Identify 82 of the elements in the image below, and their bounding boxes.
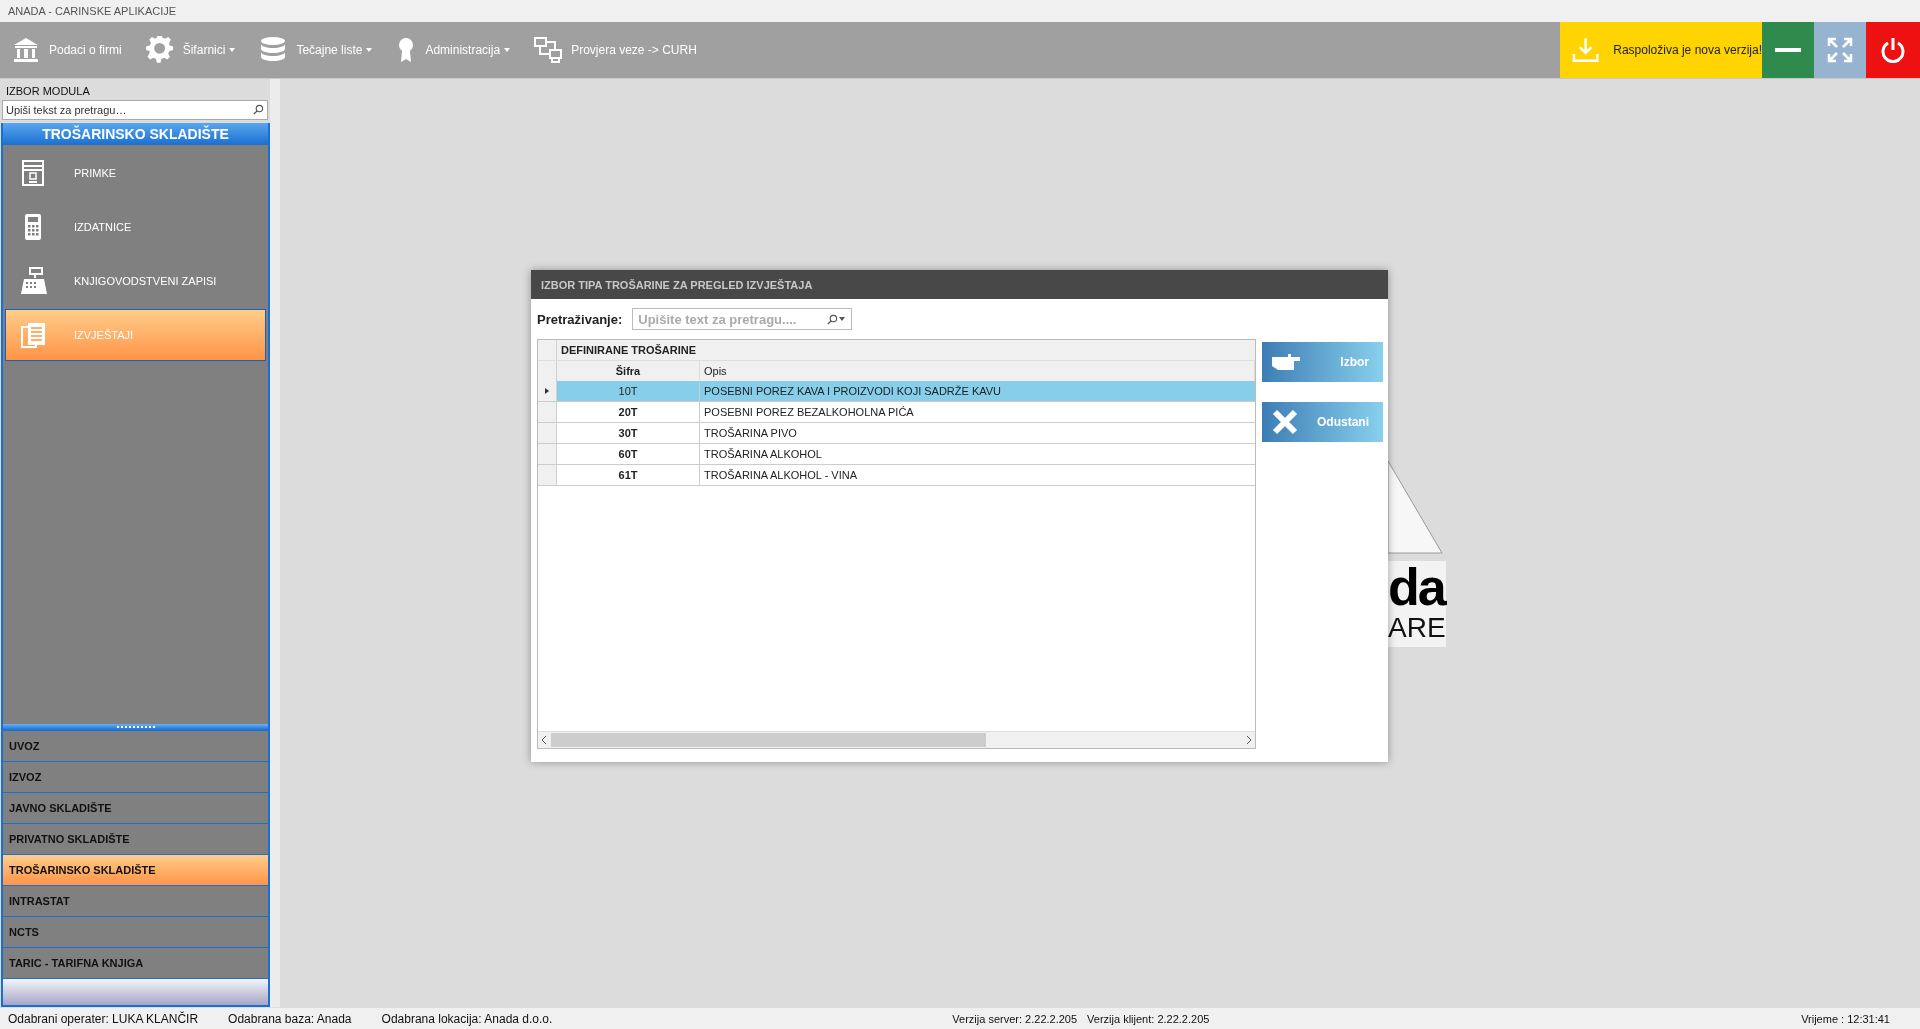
power-button[interactable] — [1866, 22, 1920, 78]
column-header[interactable]: Opis — [700, 361, 1255, 381]
dialog-title: IZBOR TIPA TROŠARINE ZA PREGLED IZVJEŠTAJA — [531, 270, 1388, 299]
nav-item[interactable]: KNJIGOVODSTVENI ZAPISI — [5, 255, 266, 307]
search-icon — [827, 313, 839, 325]
row-header-cell — [538, 361, 557, 381]
row-pointer-icon — [545, 388, 549, 394]
database-icon — [259, 36, 288, 64]
module-item[interactable]: JAVNO SKLADIŠTE — [3, 792, 268, 823]
table-cell: 20T — [557, 402, 700, 422]
table-row[interactable]: 20T POSEBNI POREZ BEZALKOHOLNA PIĆA — [538, 402, 1255, 423]
table-cell: 30T — [557, 423, 700, 443]
group-header: DEFINIRANE TROŠARINE — [557, 340, 1255, 360]
module-item[interactable]: IZVOZ — [3, 761, 268, 792]
logo-text: da — [1388, 561, 1445, 613]
table-cell: 10T — [557, 381, 700, 401]
nav-item[interactable]: IZDATNICE — [5, 201, 266, 253]
status-text: Vrijeme : 12:31:41 — [1801, 1012, 1890, 1025]
bank-icon — [12, 36, 40, 64]
scroll-thumb[interactable] — [551, 733, 986, 747]
grip-icon — [116, 725, 155, 729]
caret-icon — [839, 317, 846, 321]
row-header-cell[interactable] — [538, 465, 557, 485]
minimize-icon — [1775, 48, 1801, 52]
update-button[interactable]: Raspoloživa je nova verzija! — [1560, 22, 1762, 78]
row-header-cell[interactable] — [538, 444, 557, 464]
fullscreen-button[interactable] — [1814, 22, 1866, 78]
scroll-left-icon — [542, 736, 547, 744]
table-cell-text: TROŠARINA ALKOHOL — [703, 447, 823, 462]
network-icon — [534, 36, 563, 64]
documents-icon — [20, 321, 48, 349]
menu-item[interactable]: Provjera veze -> CURH — [522, 22, 709, 78]
menu-item[interactable]: Tečajne liste — [247, 22, 385, 78]
table-row[interactable]: 61T TROŠARINA ALKOHOL - VINA — [538, 465, 1255, 486]
table-cell-text: POSEBNI POREZ KAVA I PROIZVODI KOJI SADRŽE KAVU — [703, 384, 1003, 399]
caret-icon — [229, 48, 236, 52]
search-field[interactable]: Upiši tekst za pretragu… — [2, 100, 268, 120]
caret-icon — [366, 48, 373, 52]
gear-icon — [145, 36, 174, 64]
module-item[interactable]: INTRASTAT — [3, 885, 268, 916]
table-row[interactable]: 10T POSEBNI POREZ KAVA I PROIZVODI KOJI SADRŽE KAVU — [538, 381, 1255, 402]
download-icon — [1572, 36, 1600, 64]
module-item[interactable]: TROŠARINSKO SKLADIŠTE — [3, 854, 268, 885]
menu-item[interactable]: Podaci o firmi — [0, 22, 134, 78]
column-header[interactable]: Šifra — [557, 361, 700, 381]
search-field[interactable]: Upišite text za pretragu.... — [632, 308, 853, 330]
status-text: Odabrana lokacija: Anada d.o.o. — [381, 1011, 553, 1026]
table-row[interactable]: 30T TROŠARINA PIVO — [538, 423, 1255, 444]
minimize-button[interactable] — [1762, 22, 1814, 78]
module-item[interactable]: NCTS — [3, 916, 268, 947]
menu-item[interactable]: Šifarnici — [133, 22, 248, 78]
table-cell-text: TROŠARINA ALKOHOL - VINA — [703, 468, 859, 483]
search-label: Pretraživanje: — [537, 311, 623, 327]
nav-item[interactable]: PRIMKE — [5, 147, 266, 199]
table-cell-text: POSEBNI POREZ BEZALKOHOLNA PIĆA — [703, 405, 915, 420]
table-cell: 61T — [557, 465, 700, 485]
search-icon — [253, 104, 264, 115]
window-title: ANADA - CARINSKE APLIKACIJE — [8, 5, 177, 17]
horizontal-scrollbar[interactable] — [538, 731, 1255, 748]
fullscreen-icon — [1827, 37, 1853, 63]
caret-icon — [504, 48, 511, 52]
row-header-cell — [538, 340, 557, 360]
power-icon — [1880, 37, 1906, 63]
cash-register-icon — [20, 267, 48, 295]
close-icon — [1272, 409, 1298, 435]
module-item[interactable]: UVOZ — [3, 730, 268, 761]
scroll-right-icon — [1246, 736, 1251, 744]
menu-item[interactable]: Administracija — [384, 22, 523, 78]
row-header-cell[interactable] — [538, 423, 557, 443]
table-row[interactable]: 60T TROŠARINA ALKOHOL — [538, 444, 1255, 465]
status-text: Odabrani operater: LUKA KLANČIR — [8, 1011, 199, 1026]
status-text: Verzija server: 2.22.2.205 — [952, 1012, 1078, 1025]
table-cell-text: TROŠARINA PIVO — [703, 426, 798, 441]
status-text: Verzija klijent: 2.22.2.205 — [1087, 1012, 1210, 1025]
logo-text: ARE — [1388, 613, 1446, 643]
table-cell: 60T — [557, 444, 700, 464]
row-header-cell[interactable] — [538, 381, 557, 401]
splitter-handle[interactable] — [3, 724, 268, 730]
status-text: Odabrana baza: Anada — [228, 1011, 352, 1026]
panel-title: IZBOR MODULA — [5, 84, 91, 99]
module-title: TROŠARINSKO SKLADIŠTE — [3, 123, 268, 145]
row-header-cell[interactable] — [538, 402, 557, 422]
